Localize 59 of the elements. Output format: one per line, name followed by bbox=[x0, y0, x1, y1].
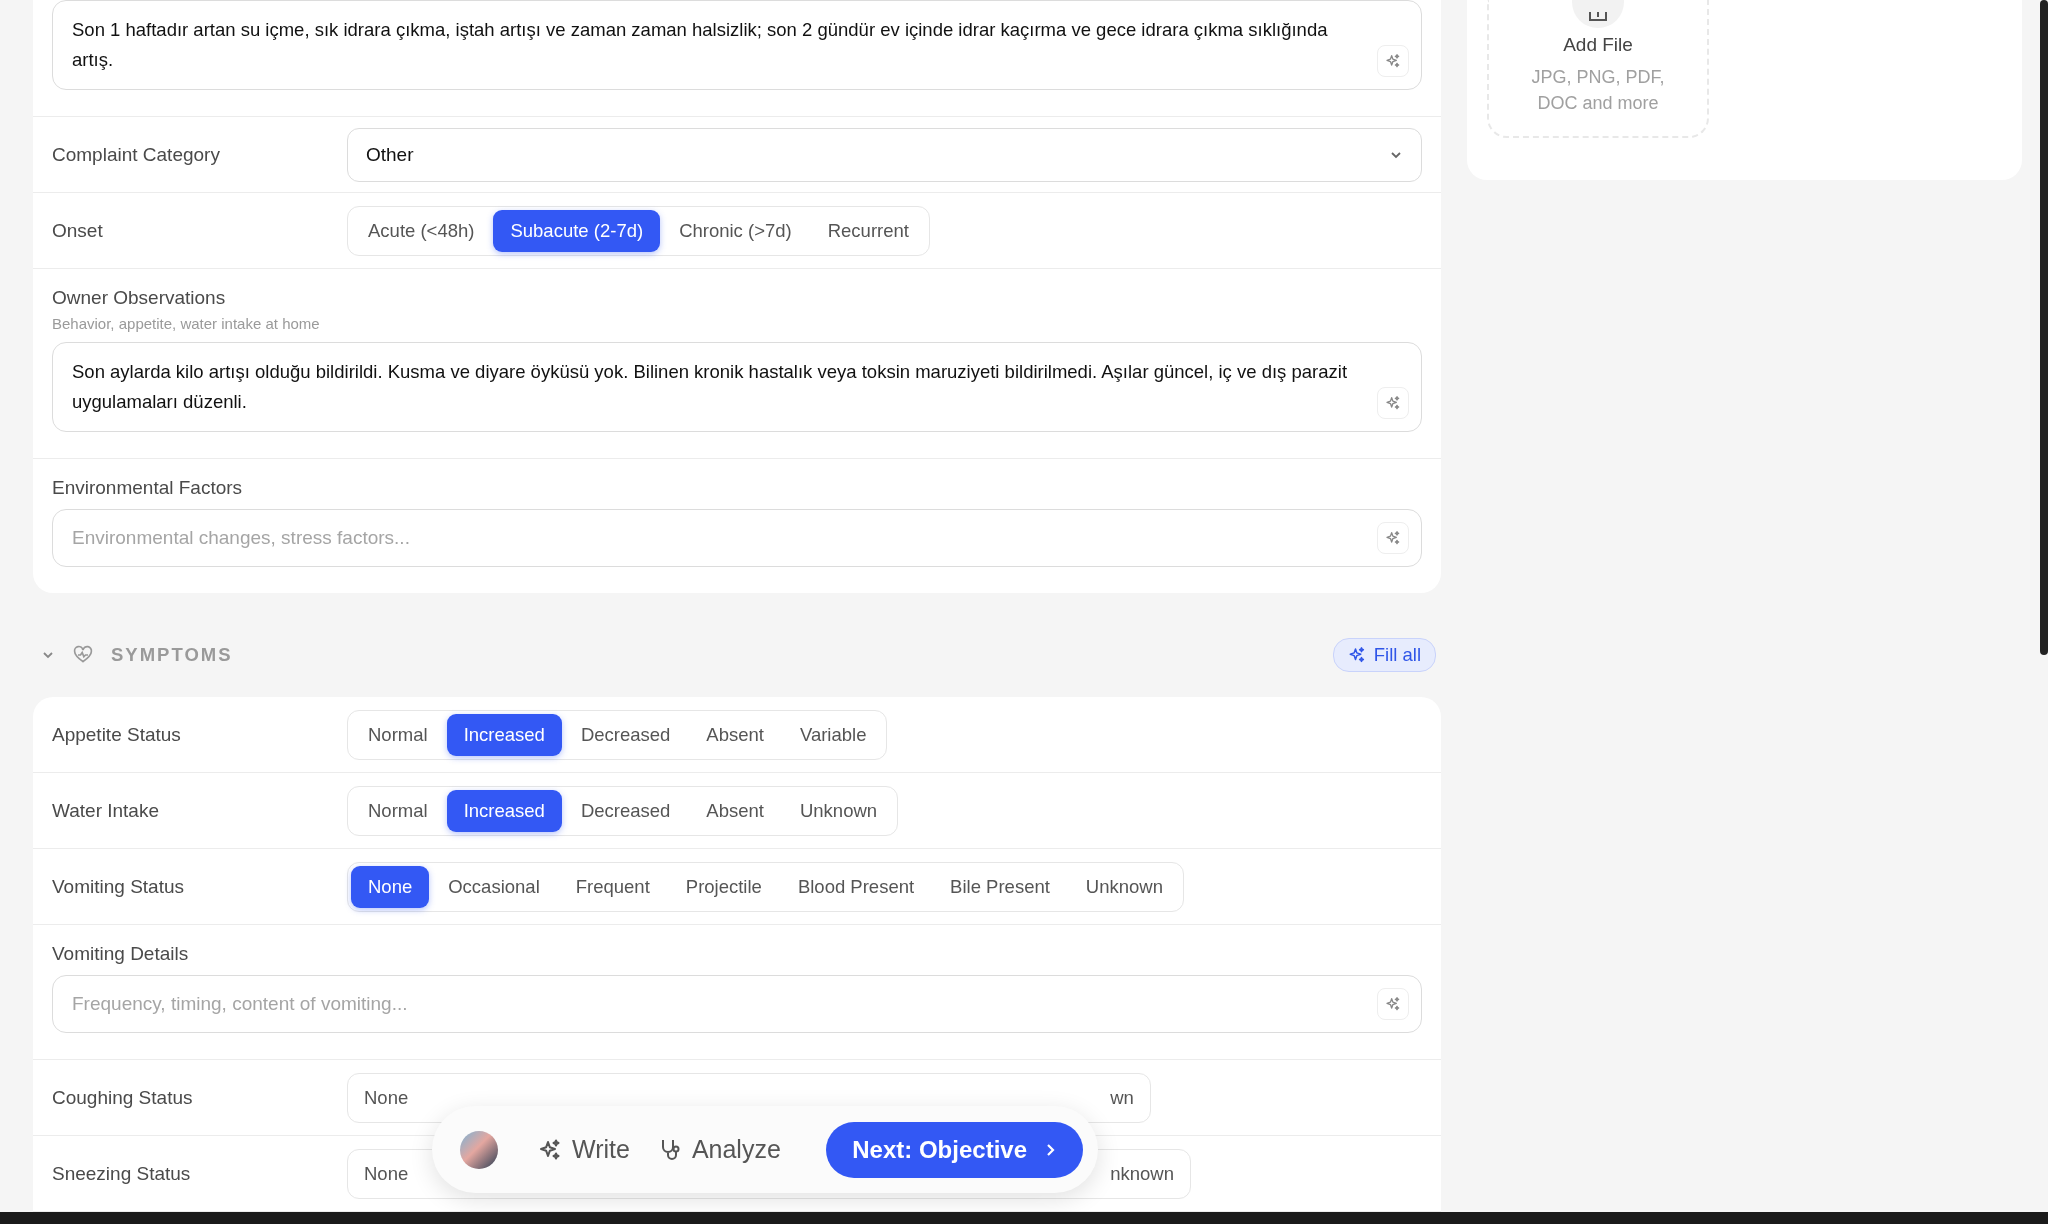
option-button[interactable]: wn bbox=[1097, 1076, 1147, 1119]
stethoscope-icon bbox=[659, 1137, 682, 1162]
option-button[interactable]: Subacute (2-7d) bbox=[493, 209, 661, 252]
field-label: Coughing Status bbox=[52, 1086, 194, 1109]
option-button[interactable]: Absent bbox=[689, 713, 781, 756]
option-button[interactable]: Blood Present bbox=[780, 865, 932, 908]
field-label: Complaint Category bbox=[52, 143, 221, 166]
file-types-hint: JPG, PNG, PDF, DOC and more bbox=[1530, 66, 1666, 115]
option-button[interactable]: Recurrent bbox=[810, 209, 926, 252]
option-button[interactable]: None bbox=[351, 1076, 422, 1119]
sparkle-icon bbox=[538, 1137, 562, 1162]
option-button[interactable]: Decreased bbox=[563, 789, 688, 832]
option-button[interactable]: Increased bbox=[446, 789, 562, 832]
section-title: SYMPTOMS bbox=[111, 644, 233, 666]
option-button[interactable]: Occasional bbox=[431, 865, 557, 908]
field-label: Owner Observations bbox=[52, 287, 227, 309]
analyze-button[interactable]: Analyze bbox=[659, 1135, 801, 1164]
field-label: Vomiting Status bbox=[52, 875, 186, 898]
heart-pulse-icon bbox=[73, 645, 93, 665]
option-button[interactable]: Projectile bbox=[668, 865, 779, 908]
field-hint: Behavior, appetite, water intake at home bbox=[52, 315, 321, 332]
file-drop-zone[interactable]: Add File JPG, PNG, PDF, DOC and more bbox=[1487, 0, 1709, 138]
option-button[interactable]: Variable bbox=[782, 713, 884, 756]
sparkle-icon bbox=[1347, 646, 1366, 664]
option-button[interactable]: None bbox=[351, 865, 430, 908]
field-label: Appetite Status bbox=[52, 723, 182, 746]
write-button[interactable]: Write bbox=[538, 1135, 650, 1164]
ai-sparkle-icon bbox=[1385, 53, 1401, 69]
option-button[interactable]: Unknown bbox=[782, 789, 895, 832]
upload-icon bbox=[1588, 12, 1608, 22]
ai-sparkle-icon bbox=[1385, 996, 1401, 1012]
field-label: Sneezing Status bbox=[52, 1162, 192, 1185]
option-button[interactable]: Normal bbox=[351, 789, 445, 832]
field-label: Water Intake bbox=[52, 799, 160, 822]
field-label: Vomiting Details bbox=[52, 943, 190, 965]
fill-all-button[interactable]: Fill all bbox=[1332, 638, 1436, 672]
option-button[interactable]: Chronic (>7d) bbox=[662, 209, 809, 252]
observations-textarea[interactable]: Son aylarda kilo artışı olduğu bildirildi. Kusma ve diyare öyküsü yok. Bilinen kronik hastalık veya toksin maruziyeti bildirilmedi. Aşılar güncel, iç ve dış parazit uygulamaları düzenli. bbox=[52, 342, 1422, 432]
field-label: Environmental Factors bbox=[52, 477, 244, 499]
option-button[interactable]: Increased bbox=[446, 713, 562, 756]
add-file-title: Add File bbox=[1563, 34, 1633, 56]
field-label: Onset bbox=[52, 219, 104, 242]
complaint-textarea[interactable]: Son 1 haftadır artan su içme, sık idrara çıkma, iştah artışı ve zaman zaman halsizlik; son 2 gündür ev içinde idrar kaçırma ve gece idrara çıkma sıklığında artış. bbox=[52, 0, 1422, 90]
option-button[interactable]: Normal bbox=[351, 713, 445, 756]
category-select[interactable]: Other bbox=[347, 127, 1422, 182]
scrollbar[interactable] bbox=[2040, 0, 2048, 655]
option-button[interactable]: Bile Present bbox=[933, 865, 1067, 908]
chevron-right-icon bbox=[1045, 1141, 1057, 1158]
option-button[interactable]: nknown bbox=[1097, 1152, 1187, 1195]
option-button[interactable]: Unknown bbox=[1068, 865, 1180, 908]
ai-sparkle-icon bbox=[1385, 530, 1401, 546]
option-button[interactable]: Acute (<48h) bbox=[351, 209, 492, 252]
avatar[interactable] bbox=[460, 1130, 498, 1169]
next-button[interactable]: Next: Objective bbox=[826, 1121, 1083, 1178]
option-button[interactable]: Frequent bbox=[558, 865, 667, 908]
option-button[interactable]: Absent bbox=[689, 789, 781, 832]
option-button[interactable]: Decreased bbox=[563, 713, 688, 756]
option-button[interactable]: None bbox=[351, 1152, 422, 1195]
ai-sparkle-icon bbox=[1385, 395, 1401, 411]
